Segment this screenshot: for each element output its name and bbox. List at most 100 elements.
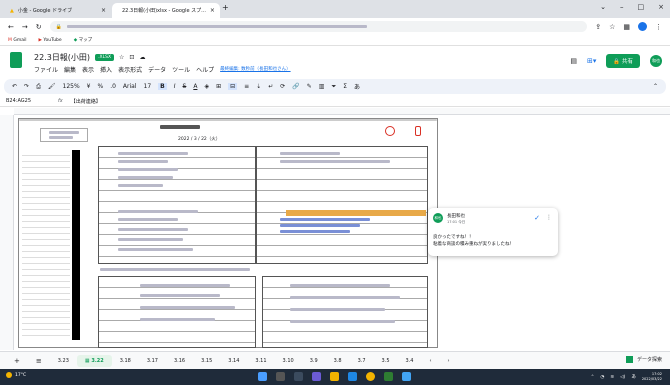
menu-data[interactable]: データ — [148, 65, 166, 74]
sheet-tab[interactable]: 3.9 — [302, 355, 326, 367]
input-tools-icon[interactable]: あ — [354, 82, 360, 91]
filter-icon[interactable]: ⏷ — [331, 83, 336, 91]
edge-icon[interactable] — [348, 372, 357, 381]
strike-button[interactable]: S — [183, 83, 187, 90]
task-view-icon[interactable] — [294, 372, 303, 381]
clock[interactable]: 17:02 2022/03/22 — [642, 372, 662, 382]
print-icon[interactable]: ⎙ — [36, 83, 41, 91]
text-color-button[interactable]: A — [193, 83, 197, 90]
sheet-tab[interactable]: 3.8 — [326, 355, 350, 367]
sheet-tab[interactable]: 3.14 — [220, 355, 247, 367]
menu-edit[interactable]: 編集 — [64, 65, 76, 74]
font-select[interactable]: Arial — [123, 83, 137, 90]
store-icon[interactable] — [384, 372, 393, 381]
all-sheets-icon[interactable]: ≡ — [28, 354, 50, 368]
doc-title[interactable]: 22.3日報(小田) — [34, 52, 90, 63]
sheet-tab[interactable]: 3.15 — [193, 355, 220, 367]
currency-icon[interactable]: ¥ — [87, 83, 91, 90]
rotate-icon[interactable]: ⟳ — [280, 83, 285, 90]
extension-icon[interactable]: ▦ — [623, 23, 630, 31]
redo-icon[interactable]: ↷ — [24, 83, 29, 90]
star-icon[interactable]: ☆ — [119, 54, 124, 61]
mail-icon[interactable] — [402, 372, 411, 381]
close-window-icon[interactable]: × — [658, 3, 664, 11]
chart-icon[interactable]: ▥ — [319, 83, 325, 90]
menu-format[interactable]: 表示形式 — [118, 65, 142, 74]
sheet-tab[interactable]: 3.17 — [139, 355, 166, 367]
sheet-tab[interactable]: 3.16 — [166, 355, 193, 367]
decimal-icon[interactable]: .0 — [110, 83, 116, 90]
report-pane-right-top[interactable] — [256, 146, 428, 264]
volume-icon[interactable]: ◁) — [620, 375, 625, 380]
zoom-select[interactable]: 125% — [63, 83, 80, 90]
borders-icon[interactable]: ⊞ — [216, 83, 221, 90]
url-input[interactable]: 🔒 — [49, 21, 588, 32]
menu-insert[interactable]: 挿入 — [100, 65, 112, 74]
resolve-check-icon[interactable]: ✓ — [534, 214, 540, 222]
valign-icon[interactable]: ⇣ — [256, 83, 261, 90]
collapse-toolbar-icon[interactable]: ⌃ — [653, 83, 658, 90]
sheets-logo-icon[interactable] — [10, 52, 22, 68]
percent-icon[interactable]: % — [97, 83, 103, 90]
ime-icon[interactable]: あ — [631, 374, 636, 380]
maximize-icon[interactable]: □ — [638, 3, 645, 11]
undo-icon[interactable]: ↶ — [12, 83, 17, 90]
sheet-tab[interactable]: 3.7 — [350, 355, 374, 367]
share-page-icon[interactable]: ⇪ — [595, 23, 601, 31]
more-vert-icon[interactable]: ⋮ — [546, 214, 552, 221]
back-icon[interactable]: ← — [8, 23, 14, 31]
start-icon[interactable] — [258, 372, 267, 381]
functions-icon[interactable]: Σ — [343, 83, 347, 90]
column-headers[interactable] — [14, 108, 670, 115]
profile-avatar[interactable] — [638, 22, 647, 31]
bookmark-youtube[interactable]: ▶ YouTube — [38, 38, 61, 43]
name-box[interactable]: B24:AG25 — [6, 98, 50, 104]
close-icon[interactable]: × — [210, 7, 215, 14]
present-icon[interactable]: ⊞▾ — [587, 57, 596, 65]
scroll-tabs-right-icon[interactable]: › — [439, 355, 457, 367]
search-icon[interactable] — [276, 372, 285, 381]
last-edit-link[interactable]: 最終編集: 数秒前（長田和也さん） — [220, 66, 290, 74]
paint-format-icon[interactable]: 🖌 — [48, 83, 56, 90]
star-icon[interactable]: ☆ — [609, 23, 615, 31]
sheet-tab[interactable]: 3.4 — [398, 355, 422, 367]
sheet-tab-active[interactable]: ▦ 3.22 — [76, 354, 112, 367]
row-headers[interactable] — [0, 115, 14, 350]
minimize-icon[interactable]: – — [620, 3, 624, 11]
chevron-down-icon[interactable]: ⌄ — [600, 3, 606, 11]
chrome-icon[interactable] — [366, 372, 375, 381]
browser-tab-drive[interactable]: ▲ 小金 - Google ドライブ × — [4, 3, 112, 18]
menu-dots-icon[interactable]: ⋮ — [655, 23, 662, 31]
menu-tools[interactable]: ツール — [172, 65, 190, 74]
weather-widget[interactable]: 17°C — [6, 372, 26, 378]
scroll-tabs-left-icon[interactable]: ‹ — [421, 355, 439, 367]
network-icon[interactable]: ◔ — [600, 375, 604, 380]
merge-icon[interactable]: ⊟ — [228, 83, 238, 90]
selected-range[interactable] — [286, 210, 426, 216]
add-sheet-button[interactable]: + — [6, 354, 28, 368]
link-icon[interactable]: 🔗 — [292, 83, 299, 90]
menu-view[interactable]: 表示 — [82, 65, 94, 74]
wifi-icon[interactable]: ≋ — [610, 375, 614, 380]
new-tab-button[interactable]: + — [222, 3, 229, 12]
sheet-tab[interactable]: 3.23 — [50, 355, 77, 367]
user-avatar[interactable]: 和也 — [650, 55, 662, 67]
teams-icon[interactable] — [312, 372, 321, 381]
chevron-up-icon[interactable]: ⌃ — [591, 375, 595, 380]
bold-button[interactable]: B — [158, 83, 167, 90]
sheet-date[interactable]: 2022 / 3 / 22（火） — [178, 136, 220, 142]
align-icon[interactable]: ≡ — [244, 83, 249, 90]
bookmark-gmail[interactable]: M Gmail — [8, 38, 26, 43]
wrap-icon[interactable]: ↵ — [268, 83, 273, 90]
sheet-tab[interactable]: 3.5 — [374, 355, 398, 367]
fill-color-icon[interactable]: ◈ — [204, 83, 209, 90]
report-pane-left-top[interactable] — [98, 146, 256, 264]
close-icon[interactable]: × — [101, 7, 106, 14]
sheet-tab[interactable]: 3.10 — [275, 355, 302, 367]
share-button[interactable]: 🔒 共有 — [606, 54, 640, 68]
formula-input[interactable]: 【出荷連絡】 — [71, 98, 101, 105]
menu-file[interactable]: ファイル — [34, 65, 58, 74]
explore-button[interactable]: データ探索 — [625, 356, 662, 363]
forward-icon[interactable]: → — [22, 23, 28, 31]
font-size-select[interactable]: 17 — [144, 83, 152, 90]
